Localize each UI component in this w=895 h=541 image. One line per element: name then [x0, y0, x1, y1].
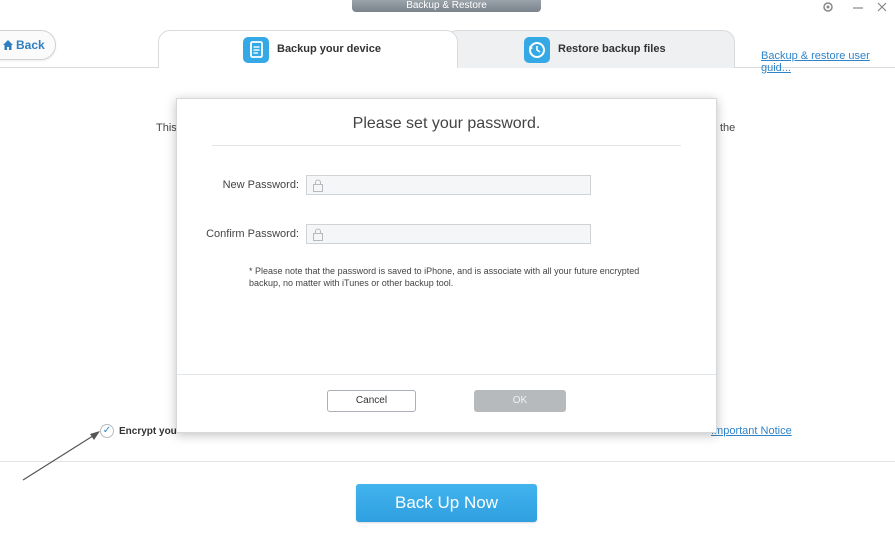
set-password-dialog: Please set your password. New Password: … — [176, 98, 717, 433]
password-note: * Please note that the password is saved… — [249, 266, 640, 288]
new-password-label: New Password: — [222, 179, 299, 191]
dialog-title: Please set your password. — [352, 115, 541, 132]
dialog-title-divider — [212, 145, 681, 146]
ok-button[interactable]: OK — [474, 390, 566, 412]
confirm-password-input[interactable] — [306, 224, 591, 244]
dialog-footer-divider — [177, 374, 716, 375]
lock-icon — [312, 228, 324, 241]
cancel-button[interactable]: Cancel — [327, 390, 416, 412]
confirm-password-label: Confirm Password: — [206, 228, 299, 240]
lock-icon — [312, 179, 324, 192]
new-password-input[interactable] — [306, 175, 591, 195]
